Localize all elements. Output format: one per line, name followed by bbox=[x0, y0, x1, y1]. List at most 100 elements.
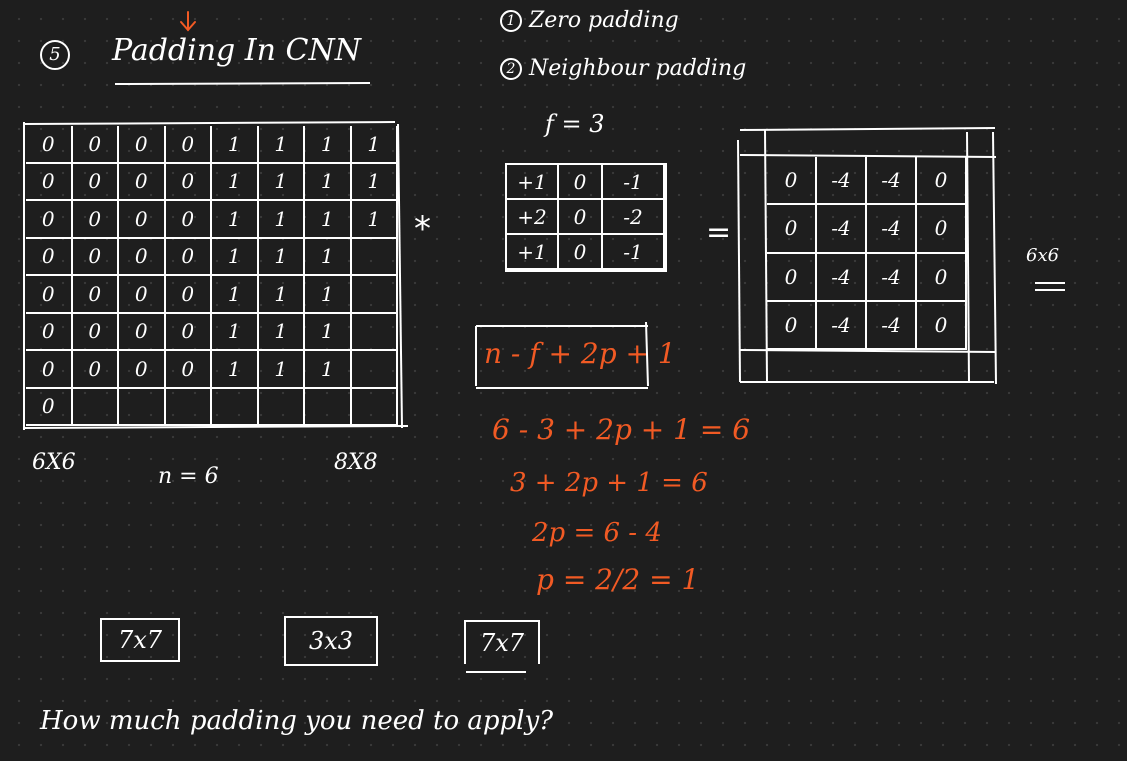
input-matrix-cell: 1 bbox=[258, 351, 305, 389]
output-matrix-cell: -4 bbox=[867, 301, 917, 350]
input-size-label: 6X6 bbox=[32, 450, 76, 475]
derivation-line-3: 2p = 6 - 4 bbox=[532, 518, 662, 548]
derivation-line-1: 6 - 3 + 2p + 1 = 6 bbox=[492, 413, 751, 446]
input-matrix-cell: 1 bbox=[305, 126, 352, 164]
input-matrix-cell: 0 bbox=[26, 313, 73, 351]
output-matrix-cell: 0 bbox=[767, 253, 817, 302]
filter-matrix-cell: -1 bbox=[603, 235, 665, 270]
convolution-operator: * bbox=[414, 209, 431, 249]
input-matrix-cell: 0 bbox=[119, 163, 166, 201]
input-matrix-cell bbox=[165, 388, 212, 426]
input-matrix-cell: 1 bbox=[305, 201, 352, 239]
input-matrix-cell: 1 bbox=[212, 126, 259, 164]
output-matrix-cell: -4 bbox=[867, 253, 917, 302]
input-matrix-cell: 1 bbox=[212, 276, 259, 314]
input-matrix-cell: 0 bbox=[26, 201, 73, 239]
input-matrix-cell: 1 bbox=[258, 201, 305, 239]
input-matrix-cell bbox=[351, 388, 398, 426]
input-matrix-cell: 0 bbox=[72, 201, 119, 239]
output-matrix-cell: 0 bbox=[917, 205, 967, 254]
size-box-1: 7x7 bbox=[100, 618, 180, 662]
input-matrix-cell: 0 bbox=[165, 313, 212, 351]
input-matrix-cell: 1 bbox=[258, 163, 305, 201]
input-matrix-cell: 1 bbox=[212, 313, 259, 351]
arrow-down-icon bbox=[180, 11, 196, 32]
input-matrix-cell: 1 bbox=[351, 163, 398, 201]
input-matrix-cell: 0 bbox=[165, 201, 212, 239]
input-matrix-cell: 0 bbox=[72, 126, 119, 164]
output-matrix-cell: -4 bbox=[817, 157, 867, 206]
filter-matrix: +1 0 -1 +2 0 -2 +1 0 -1 bbox=[507, 165, 665, 270]
input-matrix-cell: 0 bbox=[119, 238, 166, 276]
input-matrix-cell bbox=[351, 313, 398, 351]
input-matrix-cell: 0 bbox=[72, 276, 119, 314]
input-matrix-cell: 1 bbox=[258, 126, 305, 164]
output-matrix-cell: 0 bbox=[917, 253, 967, 302]
output-matrix: 0 -4 -4 0 0 -4 -4 0 0 -4 -4 0 0 -4 -4 0 bbox=[767, 157, 967, 350]
title-number: 5 bbox=[40, 40, 70, 70]
input-matrix-cell: 1 bbox=[305, 163, 352, 201]
input-matrix-cell: 0 bbox=[26, 126, 73, 164]
filter-matrix-cell: -2 bbox=[603, 200, 665, 235]
option-2-text: Neighbour padding bbox=[529, 56, 747, 81]
input-matrix-cell: 1 bbox=[305, 238, 352, 276]
input-matrix-cell bbox=[119, 388, 166, 426]
input-matrix-cell: 0 bbox=[119, 276, 166, 314]
input-matrix-cell: 0 bbox=[165, 126, 212, 164]
filter-matrix-cell: +1 bbox=[507, 165, 559, 200]
equals-sign: = bbox=[706, 215, 732, 250]
input-matrix-cell: 0 bbox=[72, 238, 119, 276]
filter-matrix-cell: 0 bbox=[559, 165, 603, 200]
option-1-number: 1 bbox=[500, 10, 522, 32]
input-matrix-cell bbox=[351, 238, 398, 276]
filter-matrix-cell: -1 bbox=[603, 165, 665, 200]
derivation-line-2: 3 + 2p + 1 = 6 bbox=[510, 468, 708, 498]
input-matrix-cell bbox=[72, 388, 119, 426]
filter-matrix-cell: 0 bbox=[559, 235, 603, 270]
input-matrix-cell: 1 bbox=[258, 238, 305, 276]
input-matrix-cell bbox=[258, 388, 305, 426]
output-matrix-cell: 0 bbox=[767, 157, 817, 206]
title-underline bbox=[114, 82, 371, 85]
input-matrix-cell bbox=[212, 388, 259, 426]
input-matrix-cell: 0 bbox=[26, 238, 73, 276]
option-1-text: Zero padding bbox=[529, 8, 679, 33]
page-title: Padding In CNN bbox=[112, 33, 361, 68]
input-matrix-cell: 0 bbox=[165, 351, 212, 389]
filter-matrix-cell: +1 bbox=[507, 235, 559, 270]
input-matrix-cell: 1 bbox=[258, 276, 305, 314]
input-matrix-cell: 0 bbox=[72, 313, 119, 351]
output-matrix-cell: 0 bbox=[917, 157, 967, 206]
output-size-label: 6x6 bbox=[1026, 245, 1060, 266]
input-matrix-cell: 1 bbox=[212, 351, 259, 389]
input-matrix-cell bbox=[305, 388, 352, 426]
option-1: 1 Zero padding bbox=[500, 10, 679, 32]
input-matrix-cell: 1 bbox=[351, 126, 398, 164]
derivation-line-4: p = 2/2 = 1 bbox=[536, 563, 700, 596]
size-box-3: 7x7 bbox=[464, 620, 540, 664]
filter-size-label: f = 3 bbox=[545, 110, 605, 138]
output-matrix-cell: -4 bbox=[867, 157, 917, 206]
option-2: 2 Neighbour padding bbox=[500, 58, 746, 80]
output-matrix-cell: 0 bbox=[767, 205, 817, 254]
input-matrix-cell bbox=[351, 276, 398, 314]
filter-matrix-cell: 0 bbox=[559, 200, 603, 235]
option-2-number: 2 bbox=[500, 58, 522, 80]
input-matrix-cell: 1 bbox=[212, 163, 259, 201]
filter-matrix-cell: +2 bbox=[507, 200, 559, 235]
input-matrix-cell: 0 bbox=[26, 351, 73, 389]
title-number-text: 5 bbox=[49, 44, 61, 65]
input-matrix-cell: 0 bbox=[26, 388, 73, 426]
input-matrix-cell: 0 bbox=[26, 163, 73, 201]
input-matrix-cell: 0 bbox=[119, 126, 166, 164]
input-matrix-cell: 1 bbox=[305, 276, 352, 314]
output-size-formula: n - f + 2p + 1 bbox=[484, 337, 676, 370]
output-matrix-cell: -4 bbox=[817, 205, 867, 254]
padded-size-label: 8X8 bbox=[334, 450, 378, 475]
input-matrix-cell: 0 bbox=[119, 313, 166, 351]
output-matrix-cell: -4 bbox=[817, 253, 867, 302]
question-text: How much padding you need to apply? bbox=[40, 706, 554, 736]
input-matrix-cell: 0 bbox=[165, 276, 212, 314]
output-matrix-cell: -4 bbox=[867, 205, 917, 254]
input-matrix-cell: 1 bbox=[305, 351, 352, 389]
